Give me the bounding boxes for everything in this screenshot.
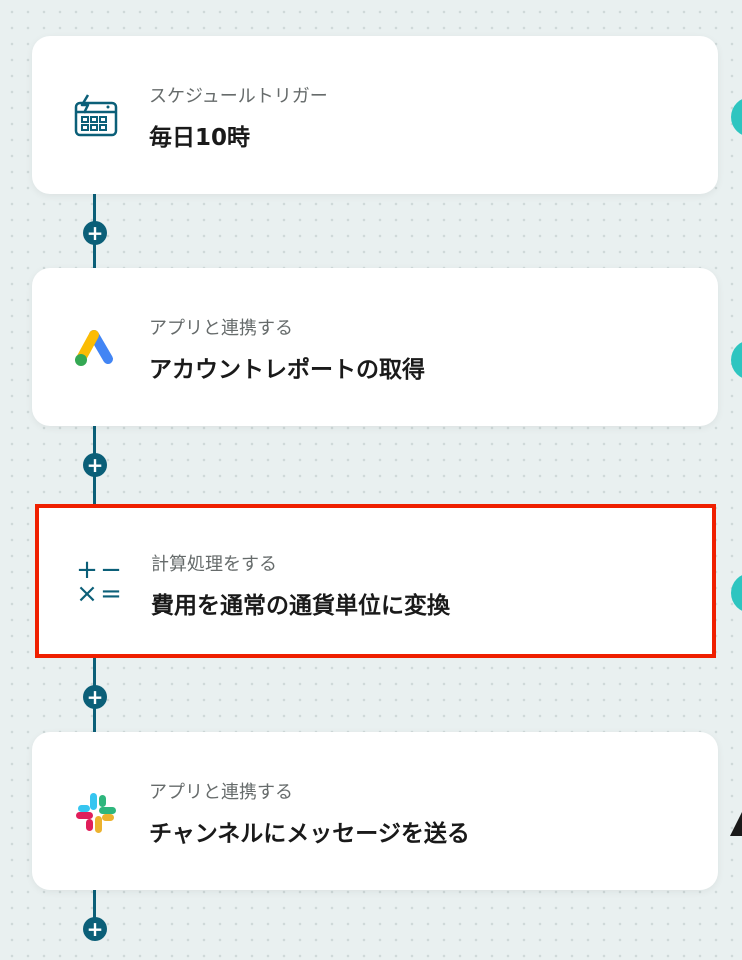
equals-icon: = <box>100 579 122 609</box>
step-subtitle: アプリと連携する <box>149 318 293 339</box>
side-warning-icon[interactable] <box>730 812 742 836</box>
times-icon: × <box>76 579 98 609</box>
calendar-schedule-icon <box>72 93 120 141</box>
step-title: 毎日10時 <box>149 125 251 151</box>
step-subtitle: スケジュールトリガー <box>149 86 328 107</box>
side-status-dot[interactable] <box>731 97 742 137</box>
step-subtitle: 計算処理をする <box>151 554 277 575</box>
flow-step-card[interactable]: アプリと連携する アカウントレポートの取得 <box>32 268 718 426</box>
side-status-dot[interactable] <box>731 573 742 613</box>
flow-step-card-selected[interactable]: + − × = 計算処理をする 費用を通常の通貨単位に変換 <box>35 504 716 658</box>
slack-icon <box>72 789 120 837</box>
calculator-ops-icon: + − × = <box>75 557 123 609</box>
step-title: チャンネルにメッセージを送る <box>149 821 470 847</box>
step-subtitle: アプリと連携する <box>149 782 293 803</box>
add-step-button[interactable]: + <box>83 221 107 245</box>
flow-step-card[interactable]: アプリと連携する チャンネルにメッセージを送る <box>32 732 718 890</box>
add-step-button[interactable]: + <box>83 453 107 477</box>
add-step-button[interactable]: + <box>83 685 107 709</box>
flow-step-card[interactable]: スケジュールトリガー 毎日10時 <box>32 36 718 194</box>
step-title: アカウントレポートの取得 <box>149 357 425 383</box>
step-title: 費用を通常の通貨単位に変換 <box>151 593 450 619</box>
add-step-button[interactable]: + <box>83 917 107 941</box>
side-status-dot[interactable] <box>731 340 742 380</box>
google-ads-icon <box>72 325 120 373</box>
